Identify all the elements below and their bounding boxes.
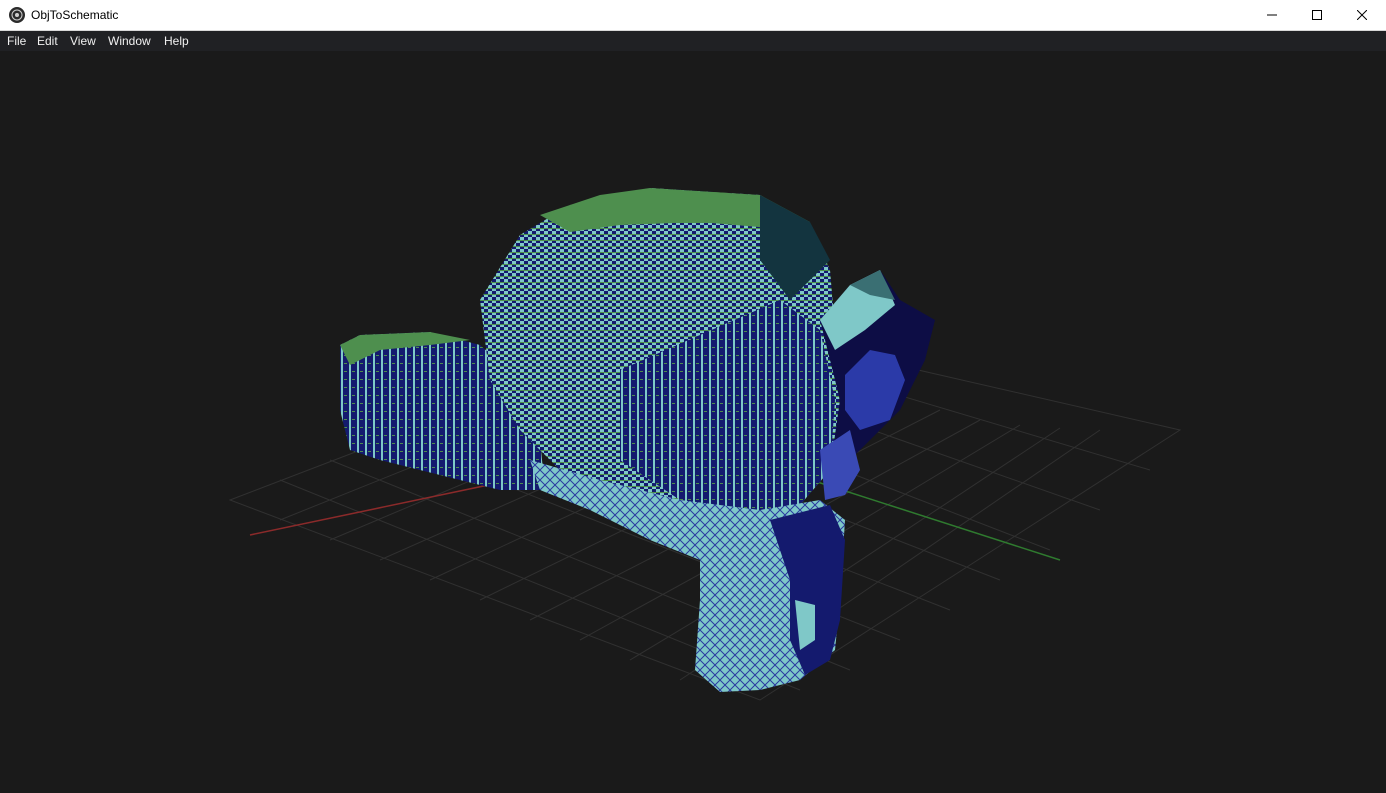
window-title: ObjToSchematic — [31, 8, 119, 22]
minimize-icon — [1267, 10, 1277, 20]
menu-window[interactable]: Window — [108, 34, 151, 48]
app-logo-icon — [9, 7, 25, 23]
menu-file[interactable]: File — [7, 34, 26, 48]
menu-view[interactable]: View — [70, 34, 96, 48]
3d-viewport[interactable] — [0, 51, 1386, 793]
maximize-icon — [1312, 10, 1322, 20]
title-bar[interactable]: ObjToSchematic — [0, 0, 1386, 31]
menu-help[interactable]: Help — [164, 34, 189, 48]
close-button[interactable] — [1339, 0, 1385, 30]
close-icon — [1357, 10, 1367, 20]
menu-bar: File Edit View Window Help — [0, 31, 1386, 51]
voxel-model — [340, 188, 935, 692]
menu-edit[interactable]: Edit — [37, 34, 58, 48]
app-window: ObjToSchematic File Edit View Window Hel… — [0, 0, 1386, 793]
minimize-button[interactable] — [1249, 0, 1295, 30]
maximize-button[interactable] — [1294, 0, 1340, 30]
